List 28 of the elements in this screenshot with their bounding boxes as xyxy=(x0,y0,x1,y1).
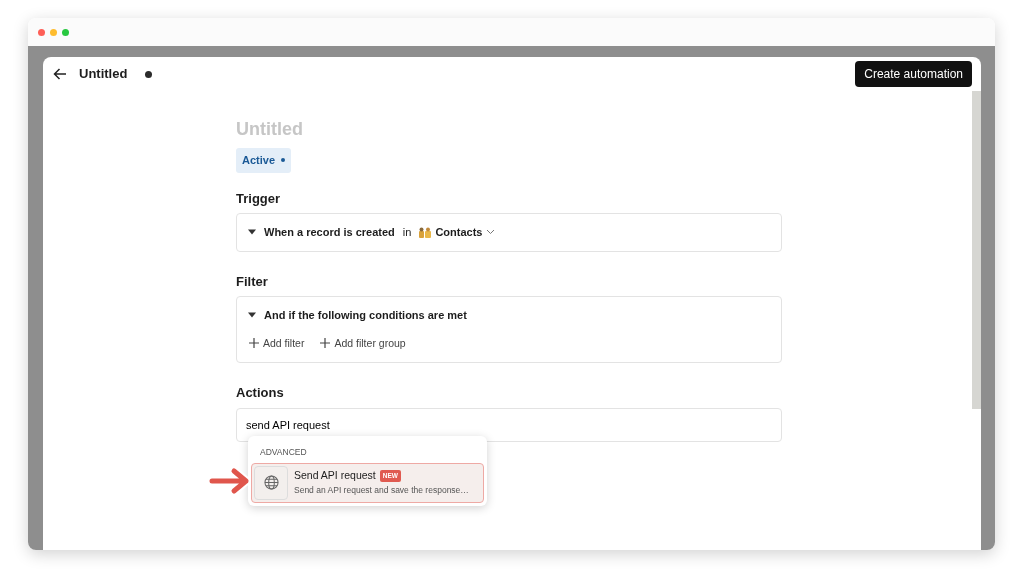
chevron-icon xyxy=(486,229,496,236)
back-icon[interactable] xyxy=(53,68,67,80)
item-title: Send API request xyxy=(294,468,376,484)
connector-text: in xyxy=(402,225,412,240)
status-pill[interactable]: Active xyxy=(236,148,292,173)
section-label: ADVANCED xyxy=(259,445,308,459)
minimize-dot[interactable] xyxy=(50,28,57,36)
plus-icon xyxy=(249,338,259,349)
page-title: Untitled xyxy=(79,65,128,84)
close-dot[interactable] xyxy=(38,28,45,36)
caret-icon[interactable] xyxy=(248,229,256,236)
people-icon xyxy=(419,226,432,238)
create-automation-button[interactable]: Create automation xyxy=(855,61,972,87)
plus-icon xyxy=(320,338,331,349)
section-heading: Trigger xyxy=(236,189,282,208)
section-heading: Filter xyxy=(236,272,269,291)
trigger-event[interactable]: When a record is created xyxy=(264,224,395,241)
add-button[interactable]: Add filter xyxy=(249,335,305,352)
item-description: Send an API request and save the response… xyxy=(294,484,469,497)
add-button[interactable]: Add filter group xyxy=(320,335,406,352)
globe-icon xyxy=(263,475,279,490)
action-search-field[interactable]: send API request xyxy=(236,407,782,443)
caret-icon[interactable] xyxy=(248,312,256,319)
section-heading: Actions xyxy=(236,384,285,403)
condition-text: And if the following conditions are met xyxy=(264,308,467,323)
object-selector[interactable]: Contacts xyxy=(419,224,496,241)
zoom-dot[interactable] xyxy=(62,28,69,36)
scrollbar[interactable] xyxy=(972,91,981,409)
